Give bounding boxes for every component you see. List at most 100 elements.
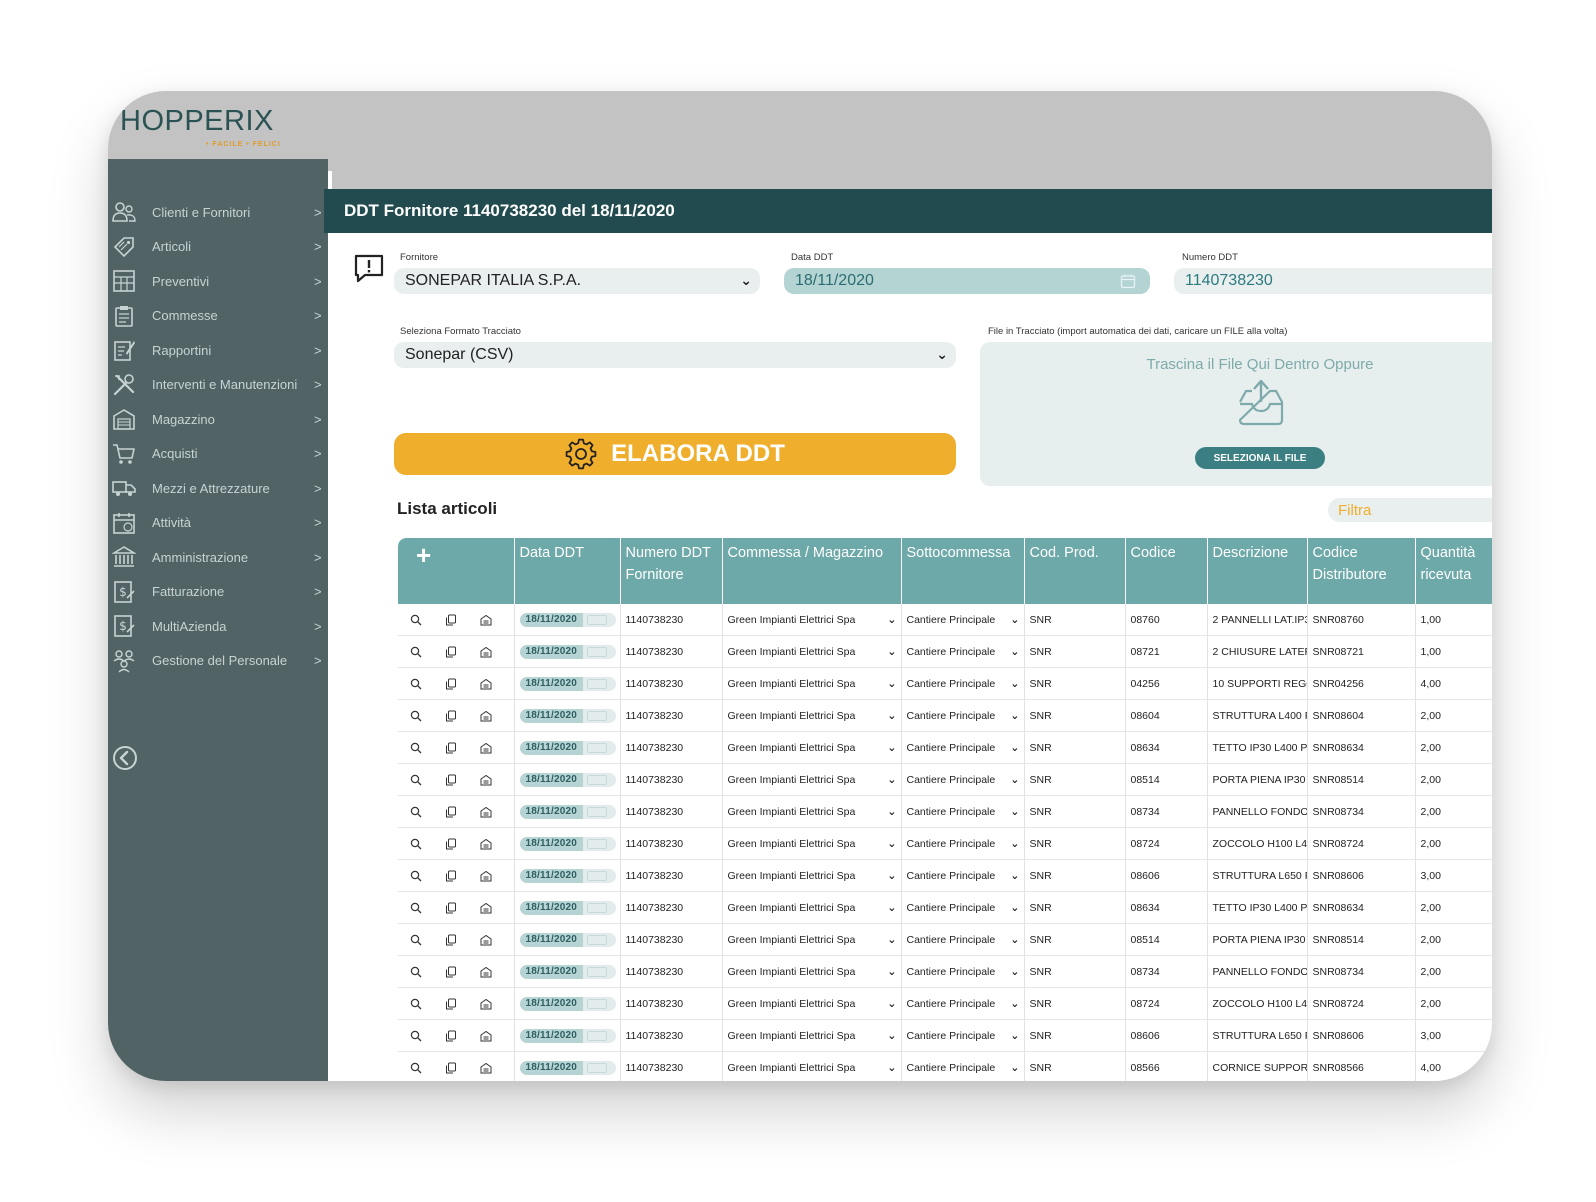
warehouse-icon[interactable] — [468, 806, 503, 818]
data-ddt-cell[interactable]: 18/11/2020 — [514, 795, 621, 828]
calendar-icon[interactable] — [587, 1030, 607, 1041]
column-header[interactable]: Numero DDT Fornitore — [620, 538, 723, 604]
calendar-icon[interactable] — [587, 1062, 607, 1073]
copy-icon[interactable] — [433, 966, 468, 978]
warehouse-icon[interactable] — [468, 902, 503, 914]
sidebar-item[interactable]: Interventi e Manutenzioni > — [108, 368, 328, 403]
calendar-icon[interactable] — [587, 934, 607, 945]
commessa-select[interactable]: Green Impianti Elettrici Spa ⌄ — [722, 859, 902, 892]
sottocommessa-select[interactable]: Cantiere Principale ⌄ — [901, 987, 1025, 1020]
copy-icon[interactable] — [433, 678, 468, 690]
search-icon[interactable] — [398, 678, 433, 690]
calendar-icon[interactable] — [587, 870, 607, 881]
table-row[interactable]: 18/11/2020 1140738230 Green Impianti Elett… — [398, 699, 1492, 732]
sottocommessa-select[interactable]: Cantiere Principale ⌄ — [901, 1051, 1025, 1081]
copy-icon[interactable] — [433, 774, 468, 786]
commessa-select[interactable]: Green Impianti Elettrici Spa ⌄ — [722, 1019, 902, 1052]
data-ddt-cell[interactable]: 18/11/2020 — [514, 635, 621, 668]
calendar-icon[interactable] — [587, 806, 607, 817]
sidebar-item[interactable]: Rapportini > — [108, 333, 328, 368]
search-icon[interactable] — [398, 934, 433, 946]
table-row[interactable]: 18/11/2020 1140738230 Green Impianti Elett… — [398, 859, 1492, 892]
data-ddt-cell[interactable]: 18/11/2020 — [514, 859, 621, 892]
commessa-select[interactable]: Green Impianti Elettrici Spa ⌄ — [722, 923, 902, 956]
copy-icon[interactable] — [433, 902, 468, 914]
sottocommessa-select[interactable]: Cantiere Principale ⌄ — [901, 891, 1025, 924]
commessa-select[interactable]: Green Impianti Elettrici Spa ⌄ — [722, 699, 902, 732]
copy-icon[interactable] — [433, 806, 468, 818]
data-ddt-cell[interactable]: 18/11/2020 — [514, 667, 621, 700]
sidebar-item[interactable]: $ Fatturazione > — [108, 575, 328, 610]
search-icon[interactable] — [398, 998, 433, 1010]
sottocommessa-select[interactable]: Cantiere Principale ⌄ — [901, 763, 1025, 796]
table-row[interactable]: 18/11/2020 1140738230 Green Impianti Elett… — [398, 955, 1492, 988]
copy-icon[interactable] — [433, 742, 468, 754]
commessa-select[interactable]: Green Impianti Elettrici Spa ⌄ — [722, 795, 902, 828]
calendar-icon[interactable] — [587, 742, 607, 753]
data-ddt-cell[interactable]: 18/11/2020 — [514, 923, 621, 956]
search-icon[interactable] — [398, 806, 433, 818]
sottocommessa-select[interactable]: Cantiere Principale ⌄ — [901, 955, 1025, 988]
commessa-select[interactable]: Green Impianti Elettrici Spa ⌄ — [722, 827, 902, 860]
sidebar-item[interactable]: Acquisti > — [108, 437, 328, 472]
column-header[interactable]: Data DDT — [514, 538, 621, 604]
table-row[interactable]: 18/11/2020 1140738230 Green Impianti Elett… — [398, 1019, 1492, 1052]
data-ddt-cell[interactable]: 18/11/2020 — [514, 891, 621, 924]
alert-message-icon[interactable] — [353, 253, 385, 283]
calendar-icon[interactable] — [587, 646, 607, 657]
sottocommessa-select[interactable]: Cantiere Principale ⌄ — [901, 699, 1025, 732]
search-icon[interactable] — [398, 1030, 433, 1042]
warehouse-icon[interactable] — [468, 934, 503, 946]
table-row[interactable]: 18/11/2020 1140738230 Green Impianti Elett… — [398, 827, 1492, 860]
search-icon[interactable] — [398, 838, 433, 850]
sottocommessa-select[interactable]: Cantiere Principale ⌄ — [901, 635, 1025, 668]
copy-icon[interactable] — [433, 1030, 468, 1042]
commessa-select[interactable]: Green Impianti Elettrici Spa ⌄ — [722, 1051, 902, 1081]
table-row[interactable]: 18/11/2020 1140738230 Green Impianti Elett… — [398, 891, 1492, 924]
calendar-icon[interactable] — [587, 678, 607, 689]
commessa-select[interactable]: Green Impianti Elettrici Spa ⌄ — [722, 604, 902, 636]
sottocommessa-select[interactable]: Cantiere Principale ⌄ — [901, 795, 1025, 828]
sottocommessa-select[interactable]: Cantiere Principale ⌄ — [901, 1019, 1025, 1052]
sidebar-item[interactable]: Gestione del Personale > — [108, 644, 328, 679]
sidebar-item[interactable]: Clienti e Fornitori > — [108, 195, 328, 230]
numero-ddt-input[interactable]: 1140738230 — [1174, 268, 1492, 294]
elabora-ddt-button[interactable]: ELABORA DDT — [394, 433, 956, 475]
commessa-select[interactable]: Green Impianti Elettrici Spa ⌄ — [722, 667, 902, 700]
column-header[interactable]: Descrizione — [1207, 538, 1308, 604]
sidebar-item[interactable]: Mezzi e Attrezzature > — [108, 471, 328, 506]
column-header[interactable]: Quantità ricevuta — [1415, 538, 1492, 604]
copy-icon[interactable] — [433, 934, 468, 946]
table-row[interactable]: 18/11/2020 1140738230 Green Impianti Elett… — [398, 731, 1492, 764]
search-icon[interactable] — [398, 710, 433, 722]
search-icon[interactable] — [398, 646, 433, 658]
commessa-select[interactable]: Green Impianti Elettrici Spa ⌄ — [722, 635, 902, 668]
copy-icon[interactable] — [433, 646, 468, 658]
file-dropzone[interactable]: Trascina il File Qui Dentro Oppure SELEZ… — [980, 342, 1492, 486]
search-icon[interactable] — [398, 614, 433, 626]
table-row[interactable]: 18/11/2020 1140738230 Green Impianti Elett… — [398, 635, 1492, 668]
search-icon[interactable] — [398, 966, 433, 978]
sidebar-item[interactable]: Articoli > — [108, 230, 328, 265]
search-icon[interactable] — [398, 870, 433, 882]
copy-icon[interactable] — [433, 838, 468, 850]
add-row-button[interactable]: + — [398, 538, 515, 604]
commessa-select[interactable]: Green Impianti Elettrici Spa ⌄ — [722, 763, 902, 796]
select-file-button[interactable]: SELEZIONA IL FILE — [1195, 447, 1325, 469]
warehouse-icon[interactable] — [468, 614, 503, 626]
column-header[interactable]: Codice Distributore — [1307, 538, 1416, 604]
data-ddt-cell[interactable]: 18/11/2020 — [514, 731, 621, 764]
calendar-icon[interactable] — [587, 998, 607, 1009]
formato-select[interactable]: Sonepar (CSV) ⌄ — [394, 342, 956, 368]
commessa-select[interactable]: Green Impianti Elettrici Spa ⌄ — [722, 987, 902, 1020]
commessa-select[interactable]: Green Impianti Elettrici Spa ⌄ — [722, 731, 902, 764]
table-row[interactable]: 18/11/2020 1140738230 Green Impianti Elett… — [398, 1051, 1492, 1081]
commessa-select[interactable]: Green Impianti Elettrici Spa ⌄ — [722, 955, 902, 988]
data-ddt-cell[interactable]: 18/11/2020 — [514, 955, 621, 988]
sottocommessa-select[interactable]: Cantiere Principale ⌄ — [901, 827, 1025, 860]
data-ddt-cell[interactable]: 18/11/2020 — [514, 604, 621, 636]
sidebar-item[interactable]: Amministrazione > — [108, 540, 328, 575]
warehouse-icon[interactable] — [468, 646, 503, 658]
sottocommessa-select[interactable]: Cantiere Principale ⌄ — [901, 667, 1025, 700]
table-row[interactable]: 18/11/2020 1140738230 Green Impianti Elett… — [398, 987, 1492, 1020]
